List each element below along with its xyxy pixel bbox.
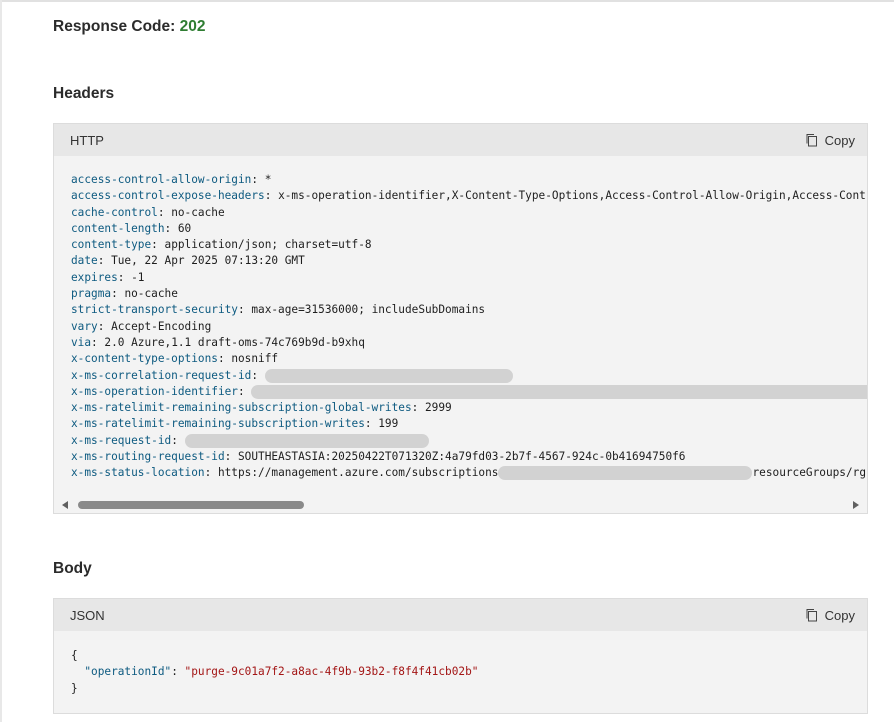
json-key: "operationId": [84, 665, 172, 679]
json-close-brace: }: [71, 681, 78, 695]
headers-code-text[interactable]: access-control-allow-origin: * access-con…: [54, 156, 867, 482]
header-value: x-ms-operation-identifier,X-Content-Type…: [278, 189, 867, 203]
header-key: date: [71, 254, 98, 268]
header-value: -1: [131, 270, 145, 284]
header-key: strict-transport-security: [71, 303, 238, 317]
body-copy-label: Copy: [824, 607, 855, 623]
header-line: content-length: 60: [71, 221, 192, 235]
chevron-right-icon[interactable]: [853, 501, 859, 509]
header-line: x-ms-ratelimit-remaining-subscription-gl…: [71, 401, 452, 415]
body-lang-label: JSON: [70, 607, 105, 623]
chevron-left-icon[interactable]: [62, 501, 68, 509]
header-line: cache-control: no-cache: [71, 205, 225, 219]
header-value-tail: resourceGroups/rg-m: [752, 466, 867, 480]
header-key: access-control-expose-headers: [71, 189, 265, 203]
header-line: date: Tue, 22 Apr 2025 07:13:20 GMT: [71, 254, 305, 268]
headers-copy-button[interactable]: Copy: [805, 133, 855, 148]
header-key: cache-control: [71, 205, 158, 219]
header-line: access-control-expose-headers: x-ms-oper…: [71, 188, 867, 204]
copy-icon: [806, 609, 817, 622]
header-line: x-ms-operation-identifier:: [71, 384, 867, 400]
header-line: pragma: no-cache: [71, 287, 178, 301]
headers-copy-label: Copy: [824, 132, 855, 148]
body-title: Body: [53, 560, 92, 577]
header-key: content-length: [71, 221, 165, 235]
body-code-header: JSON Copy: [54, 599, 867, 631]
header-line: strict-transport-security: max-age=31536…: [71, 303, 486, 317]
header-value: SOUTHEASTASIA:20250422T071320Z:4a79fd03-…: [237, 450, 686, 464]
left-border: [0, 0, 2, 722]
header-key: x-ms-operation-identifier: [71, 384, 238, 398]
headers-code-block: HTTP Copy access-control-allow-origin: *…: [53, 123, 868, 514]
copy-icon: [806, 134, 817, 147]
header-value: 2999: [425, 401, 452, 415]
header-key: x-ms-routing-request-id: [71, 450, 225, 464]
header-key: x-ms-request-id: [71, 433, 172, 447]
redacted-value: [184, 433, 429, 448]
header-line: access-control-allow-origin: *: [71, 173, 272, 186]
redacted-value: [251, 384, 867, 399]
header-value: 2.0 Azure,1.1 draft-oms-74c769b9d-b9xhq: [104, 335, 365, 349]
headers-lang-label: HTTP: [70, 132, 104, 148]
header-value: Tue, 22 Apr 2025 07:13:20 GMT: [111, 254, 305, 268]
header-key: pragma: [71, 287, 112, 301]
redacted-value: [264, 368, 513, 383]
header-line: x-ms-request-id:: [71, 433, 867, 449]
header-value: nosniff: [231, 352, 279, 366]
response-code-label: Response Code:: [53, 18, 176, 35]
headers-code-header: HTTP Copy: [54, 124, 867, 156]
response-code-value: 202: [179, 18, 206, 35]
header-value: https://management.azure.com/subscriptio…: [217, 466, 499, 480]
json-value: "purge-9c01a7f2-a8ac-4f9b-93b2-f8f4f41cb…: [184, 665, 479, 679]
header-value: max-age=31536000; includeSubDomains: [251, 303, 486, 317]
header-value: 199: [378, 417, 399, 431]
header-key: x-ms-status-location: [71, 466, 205, 480]
header-line: x-content-type-options: nosniff: [71, 352, 279, 366]
header-value: 60: [177, 221, 192, 235]
json-open-brace: {: [71, 649, 78, 662]
redacted-value: [498, 466, 753, 481]
header-value: application/json; charset=utf-8: [164, 238, 372, 252]
body-code-text[interactable]: { "operationId": "purge-9c01a7f2-a8ac-4f…: [54, 631, 867, 697]
header-line: expires: -1: [71, 270, 145, 284]
header-key: content-type: [71, 238, 152, 252]
header-key: x-ms-ratelimit-remaining-subscription-wr…: [71, 417, 365, 431]
header-line: content-type: application/json; charset=…: [71, 238, 372, 252]
header-key: expires: [71, 270, 118, 284]
header-key: x-ms-correlation-request-id: [71, 368, 252, 382]
body-copy-button[interactable]: Copy: [805, 608, 855, 623]
top-border: [0, 0, 894, 2]
scrollbar-thumb[interactable]: [78, 501, 304, 509]
header-key: access-control-allow-origin: [71, 173, 252, 186]
headers-title: Headers: [53, 85, 115, 102]
header-key: x-ms-ratelimit-remaining-subscription-gl…: [71, 401, 412, 415]
header-line: x-ms-ratelimit-remaining-subscription-wr…: [71, 417, 399, 431]
header-line: x-ms-correlation-request-id:: [71, 368, 867, 384]
header-key: via: [71, 335, 92, 349]
header-line: via: 2.0 Azure,1.1 draft-oms-74c769b9d-b…: [71, 335, 365, 349]
header-line: vary: Accept-Encoding: [71, 319, 212, 333]
header-line: x-ms-routing-request-id: SOUTHEASTASIA:2…: [71, 450, 686, 464]
response-code: Response Code: 202: [53, 18, 206, 36]
header-value: *: [264, 173, 272, 186]
header-key: vary: [71, 319, 98, 333]
body-code-block: JSON Copy { "operationId": "purge-9c01a7…: [53, 598, 868, 714]
header-line: x-ms-status-location: https://management…: [71, 465, 867, 481]
header-key: x-content-type-options: [71, 352, 218, 366]
horizontal-scrollbar[interactable]: [54, 497, 867, 513]
header-value: Accept-Encoding: [111, 319, 212, 333]
header-value: no-cache: [124, 287, 178, 301]
header-value: no-cache: [171, 205, 225, 219]
